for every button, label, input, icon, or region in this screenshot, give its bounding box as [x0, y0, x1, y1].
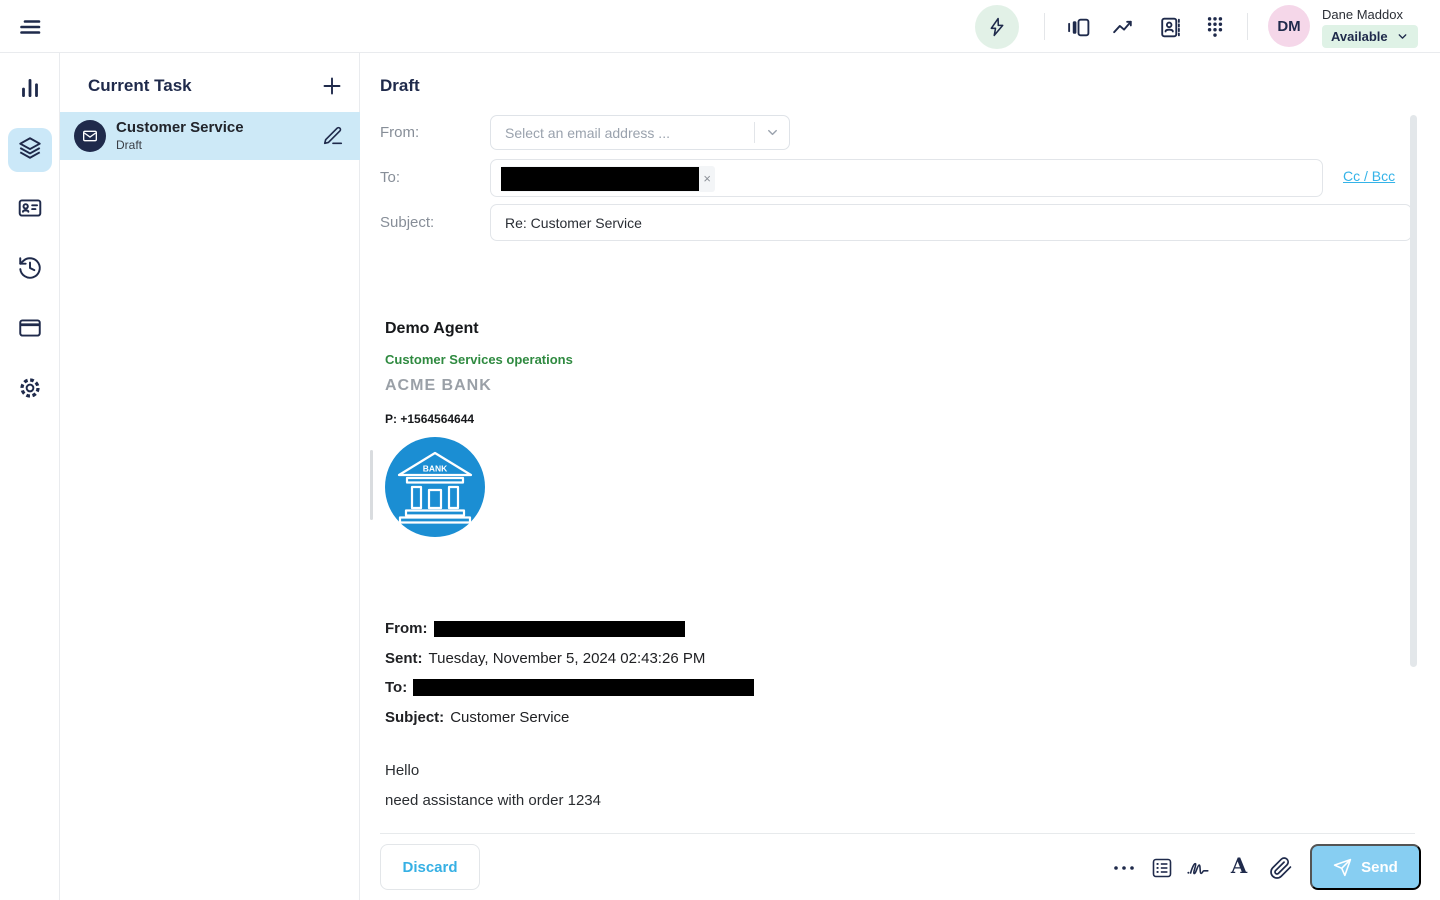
- user-avatar[interactable]: DM: [1268, 5, 1310, 47]
- svg-text:BANK: BANK: [423, 464, 448, 474]
- task-item-title: Customer Service: [116, 119, 244, 136]
- font-glyph: A: [1231, 853, 1247, 878]
- subject-label: Subject:: [380, 214, 434, 231]
- quoted-to-label: To:: [385, 679, 407, 696]
- sidebar-item-tasks[interactable]: [8, 128, 52, 172]
- quoted-email-headers: From: Sent: Tuesday, November 5, 2024 02…: [385, 614, 754, 732]
- font-format-icon[interactable]: A: [1228, 853, 1250, 877]
- quoted-sent-line: Sent: Tuesday, November 5, 2024 02:43:26…: [385, 644, 754, 674]
- template-list-icon[interactable]: [1150, 856, 1174, 880]
- editor-scroll-handle[interactable]: [370, 450, 373, 520]
- body-line: Hello: [385, 756, 601, 786]
- add-task-button[interactable]: [320, 74, 344, 98]
- send-label: Send: [1361, 859, 1398, 876]
- from-label: From:: [380, 124, 419, 141]
- cc-bcc-link[interactable]: Cc / Bcc: [1343, 168, 1395, 184]
- redacted-recipient-email: [501, 167, 699, 191]
- signature-icon[interactable]: [1186, 856, 1210, 880]
- attachment-paperclip-icon[interactable]: [1269, 856, 1293, 880]
- sidebar-item-analytics[interactable]: [8, 68, 52, 112]
- history-icon: [17, 255, 43, 286]
- footer-divider: [380, 833, 1415, 834]
- edit-draft-icon[interactable]: [322, 125, 344, 147]
- redacted-from-email: [434, 621, 685, 637]
- task-list-item[interactable]: Customer Service Draft: [60, 112, 360, 160]
- paper-plane-icon: [1333, 858, 1352, 877]
- window-icon: [17, 315, 43, 346]
- status-label: Available: [1331, 29, 1388, 44]
- quoted-sent-value: Tuesday, November 5, 2024 02:43:26 PM: [429, 650, 706, 667]
- analytics-chart-icon[interactable]: [1111, 15, 1136, 40]
- sidebar-item-history[interactable]: [8, 248, 52, 292]
- layers-icon: [17, 135, 43, 166]
- chip-remove-icon[interactable]: ×: [703, 171, 711, 187]
- sidebar-item-windows[interactable]: [8, 308, 52, 352]
- left-icon-rail: [0, 53, 60, 900]
- subject-input[interactable]: [490, 204, 1412, 241]
- chevron-down-icon: [1396, 30, 1409, 43]
- signature-role: Customer Services operations: [385, 352, 573, 367]
- lightning-icon: [986, 16, 1008, 38]
- to-recipients-field[interactable]: ×: [490, 159, 1323, 197]
- email-task-avatar: [74, 120, 106, 152]
- topbar-divider: [1247, 13, 1248, 40]
- vertical-scrollbar[interactable]: [1410, 115, 1417, 667]
- from-placeholder-text: Select an email address ...: [491, 125, 754, 141]
- sidebar-item-contacts[interactable]: [8, 188, 52, 232]
- quoted-to-line: To:: [385, 673, 754, 703]
- send-button[interactable]: Send: [1310, 844, 1421, 890]
- page-title: Draft: [380, 76, 420, 96]
- to-label: To:: [380, 169, 400, 186]
- gear-icon: [17, 375, 43, 406]
- top-bar: DM Dane Maddox Available: [0, 0, 1440, 53]
- task-panel-title: Current Task: [88, 76, 192, 96]
- signature-name: Demo Agent: [385, 320, 479, 338]
- from-address-select[interactable]: Select an email address ...: [490, 115, 790, 150]
- body-line: need assistance with order 1234: [385, 786, 601, 816]
- quoted-subject-value: Customer Service: [450, 709, 569, 726]
- discard-button[interactable]: Discard: [380, 844, 480, 890]
- task-panel: Current Task Customer Service Draft: [60, 53, 360, 900]
- task-item-subtitle: Draft: [116, 138, 142, 152]
- status-dropdown[interactable]: Available: [1322, 25, 1418, 48]
- signature-phone: P: +1564564644: [385, 412, 474, 426]
- quoted-subject-label: Subject:: [385, 709, 444, 726]
- quick-actions-button[interactable]: [975, 5, 1019, 49]
- quoted-from-line: From:: [385, 614, 754, 644]
- bank-logo: BANK: [385, 437, 485, 537]
- redacted-to-email: [413, 679, 754, 696]
- bar-chart-icon: [17, 75, 43, 106]
- signature-company: ACME BANK: [385, 377, 492, 395]
- compose-area: Draft From: Select an email address ... …: [360, 53, 1440, 900]
- quoted-subject-line: Subject: Customer Service: [385, 703, 754, 733]
- quoted-email-body: Hello need assistance with order 1234: [385, 756, 601, 815]
- hamburger-menu-icon[interactable]: [16, 13, 44, 41]
- quoted-from-label: From:: [385, 620, 428, 637]
- envelope-icon: [82, 128, 98, 144]
- contact-card-icon: [17, 195, 43, 226]
- dialpad-icon[interactable]: [1202, 14, 1228, 40]
- recipient-chip: ×: [501, 166, 715, 192]
- topbar-divider: [1044, 13, 1045, 40]
- more-options-icon[interactable]: [1112, 861, 1136, 875]
- panels-view-icon[interactable]: [1066, 15, 1091, 40]
- user-name: Dane Maddox: [1322, 7, 1403, 22]
- sidebar-item-settings[interactable]: [8, 368, 52, 412]
- app-root: DM Dane Maddox Available: [0, 0, 1440, 900]
- plus-icon: [320, 85, 344, 102]
- quoted-sent-label: Sent:: [385, 650, 423, 667]
- chevron-down-icon: [755, 125, 789, 140]
- contacts-book-icon[interactable]: [1157, 15, 1182, 40]
